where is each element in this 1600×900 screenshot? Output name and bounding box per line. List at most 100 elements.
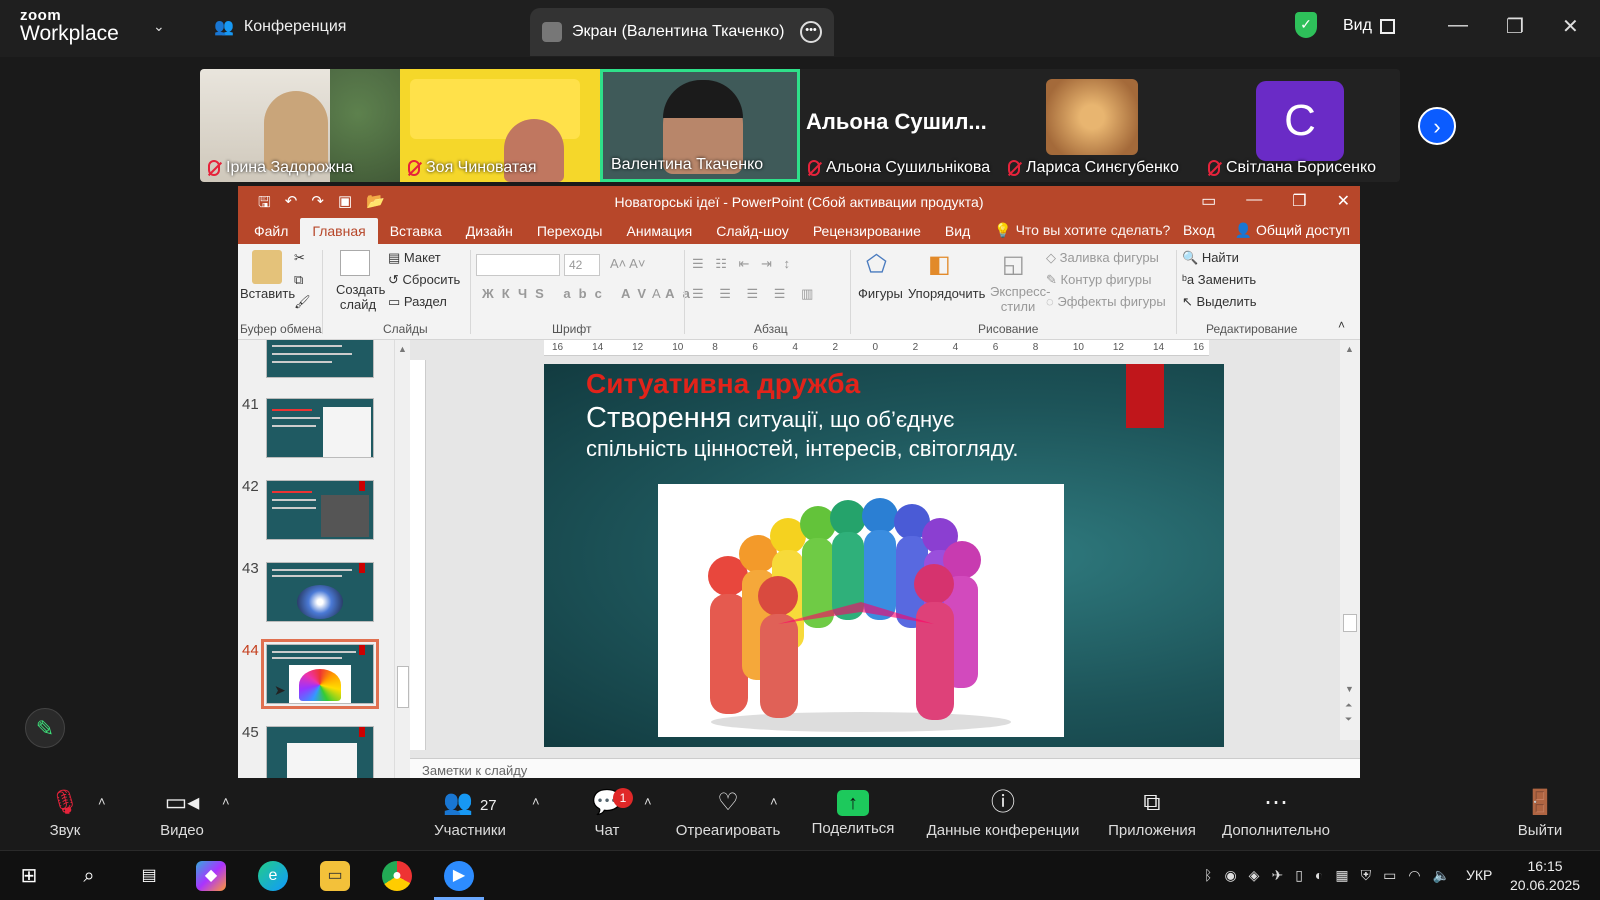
copilot-icon[interactable]: ◆ xyxy=(196,861,226,891)
leave-button[interactable]: 🚪 Выйти xyxy=(1512,788,1568,839)
find-button[interactable]: 🔍 Найти xyxy=(1182,250,1239,266)
arrange-icon[interactable]: ◧ xyxy=(928,250,951,279)
tab-transitions[interactable]: Переходы xyxy=(525,223,615,244)
next-page-button[interactable]: › xyxy=(1418,107,1456,145)
thumbnails-scrollbar[interactable]: ▲ xyxy=(394,340,410,778)
volume-icon[interactable]: 🔈 xyxy=(1433,867,1450,884)
minimize-icon[interactable]: — xyxy=(1448,14,1468,37)
shapes-icon[interactable]: ⬠ xyxy=(866,250,887,279)
tab-review[interactable]: Рецензирование xyxy=(801,223,933,244)
scrollbar-thumb[interactable] xyxy=(1343,614,1357,632)
participant-tile-active[interactable]: Валентина Ткаченко xyxy=(600,69,800,182)
participants-options-caret[interactable]: ˄ xyxy=(532,794,540,809)
zoom-app-icon[interactable]: ▶ xyxy=(444,861,474,891)
chat-options-caret[interactable]: ˄ xyxy=(644,794,652,809)
annotate-pencil-button[interactable]: ✎ xyxy=(25,708,65,748)
font-format-buttons[interactable]: ЖКЧS abc AV Aa xyxy=(482,286,698,301)
shape-outline-button[interactable]: ✎ Контур фигуры xyxy=(1046,272,1151,288)
new-slide-button[interactable]: Создать слайд xyxy=(336,282,385,312)
tab-view[interactable]: Вид xyxy=(933,223,982,244)
video-options-caret[interactable]: ˄ xyxy=(222,794,230,809)
minimize-icon[interactable]: — xyxy=(1246,191,1262,211)
usb-icon[interactable]: ▯ xyxy=(1295,867,1303,884)
display-icon[interactable]: ▦ xyxy=(1335,867,1348,884)
slide-thumbnail[interactable] xyxy=(266,726,374,778)
slide-thumbnail[interactable] xyxy=(266,398,374,458)
wifi-icon[interactable]: ◠ xyxy=(1408,867,1420,884)
copy-icon[interactable]: ⧉ xyxy=(294,272,303,288)
section-button[interactable]: ▭ Раздел xyxy=(388,294,447,310)
share-button[interactable]: 👤 Общий доступ xyxy=(1235,222,1350,239)
prev-slide-icon[interactable]: ⏶ xyxy=(1345,700,1352,711)
reset-button[interactable]: ↺ Сбросить xyxy=(388,272,460,288)
more-icon[interactable]: ••• xyxy=(800,21,822,43)
scrollbar-thumb[interactable] xyxy=(397,666,409,708)
edge-icon[interactable]: e xyxy=(258,861,288,891)
participant-tile[interactable]: Зоя Чиноватая xyxy=(400,69,600,182)
react-button[interactable]: ♡ Отреагировать xyxy=(672,788,784,839)
zoom-tray-icon[interactable]: ◉ xyxy=(1224,867,1236,884)
current-slide[interactable]: Ситуативна дружба Створення ситуації, що… xyxy=(544,364,1224,747)
tab-slideshow[interactable]: Слайд-шоу xyxy=(704,223,801,244)
chevron-down-icon[interactable]: ⌄ xyxy=(153,18,165,35)
conference-button[interactable]: 👥 Конференция xyxy=(214,17,346,37)
quick-styles-icon[interactable]: ◱ xyxy=(1002,250,1025,279)
tab-animation[interactable]: Анимация xyxy=(615,223,705,244)
ribbon-display-icon[interactable]: ▭ xyxy=(1201,191,1216,211)
slide-thumbnail[interactable] xyxy=(266,340,374,378)
chrome-icon[interactable]: ● xyxy=(382,861,412,891)
screen-share-tab[interactable]: Экран (Валентина Ткаченко) ••• xyxy=(530,8,834,56)
participant-tile[interactable]: Лариса Синєгубенко xyxy=(1000,69,1200,182)
new-slide-icon[interactable] xyxy=(340,250,370,276)
replace-button[interactable]: ᵇa Заменить xyxy=(1182,272,1256,287)
font-name-input[interactable] xyxy=(476,254,560,276)
paste-icon[interactable] xyxy=(252,250,282,284)
view-button[interactable]: Вид xyxy=(1343,17,1395,35)
close-icon[interactable]: ✕ xyxy=(1337,191,1350,211)
participants-button[interactable]: 👥 27 Участники xyxy=(424,788,516,839)
bluetooth-icon[interactable]: ᛒ xyxy=(1204,867,1212,884)
scroll-down-icon[interactable]: ▼ xyxy=(1345,684,1354,694)
tell-me-box[interactable]: 💡 Что вы хотите сделать? xyxy=(982,222,1182,244)
shape-effects-button[interactable]: ◌ Эффекты фигуры xyxy=(1046,294,1166,309)
more-button[interactable]: ⋯ Дополнительно xyxy=(1218,788,1334,839)
windows-start-icon[interactable]: ⊞ xyxy=(14,861,44,891)
next-slide-icon[interactable]: ⏷ xyxy=(1345,714,1352,725)
slide-thumbnail[interactable] xyxy=(266,480,374,540)
tab-design[interactable]: Дизайн xyxy=(454,223,525,244)
app-tray-icon[interactable]: ◈ xyxy=(1249,867,1260,884)
format-painter-icon[interactable]: 🖌 xyxy=(294,294,311,310)
participant-tile[interactable]: Альона Сушил... Альона Сушильнікова xyxy=(800,69,1000,182)
cut-icon[interactable]: ✂ xyxy=(294,250,305,266)
tab-insert[interactable]: Вставка xyxy=(378,223,454,244)
font-grow-icon[interactable]: A˄ A˅ xyxy=(610,256,645,271)
sign-in-link[interactable]: Вход xyxy=(1183,222,1215,239)
react-options-caret[interactable]: ˄ xyxy=(770,794,778,809)
participant-tile[interactable]: Ірина Задорожна xyxy=(200,69,400,182)
slide-thumbnail[interactable] xyxy=(266,562,374,622)
select-button[interactable]: ↖ Выделить xyxy=(1182,294,1257,310)
layout-button[interactable]: ▤ Макет xyxy=(388,250,441,266)
task-view-icon[interactable]: ▤ xyxy=(134,861,164,891)
scroll-up-icon[interactable]: ▲ xyxy=(1345,344,1354,354)
audio-options-caret[interactable]: ˄ xyxy=(98,794,106,809)
language-indicator[interactable]: УКР xyxy=(1466,867,1492,883)
shape-fill-button[interactable]: ◇ Заливка фигуры xyxy=(1046,250,1159,266)
audio-button[interactable]: 🎙︎ Звук xyxy=(40,788,90,839)
notes-pane[interactable]: Заметки к слайду xyxy=(410,758,1360,778)
tab-home[interactable]: Главная xyxy=(300,218,378,244)
share-screen-button[interactable]: ↑ Поделиться xyxy=(808,788,898,837)
restore-icon[interactable]: ❐ xyxy=(1292,191,1306,211)
font-size-input[interactable]: 42 xyxy=(564,254,600,276)
tab-file[interactable]: Файл xyxy=(242,223,300,244)
paste-button[interactable]: Вставить xyxy=(240,286,295,301)
font-color-icon[interactable]: A xyxy=(652,286,661,301)
shield-icon[interactable]: ✓ xyxy=(1295,12,1317,38)
app-tray-icon-2[interactable]: ◐ xyxy=(1315,867,1323,884)
search-icon[interactable]: ⌕ xyxy=(74,861,104,891)
battery-icon[interactable]: ▭ xyxy=(1383,867,1396,884)
participant-tile[interactable]: С Світлана Борисенко xyxy=(1200,69,1400,182)
scroll-up-icon[interactable]: ▲ xyxy=(398,344,407,354)
slide-scrollbar[interactable]: ▲ ▼ ⏶ ⏷ xyxy=(1340,340,1360,740)
apps-button[interactable]: ⧉ Приложения xyxy=(1104,788,1200,839)
